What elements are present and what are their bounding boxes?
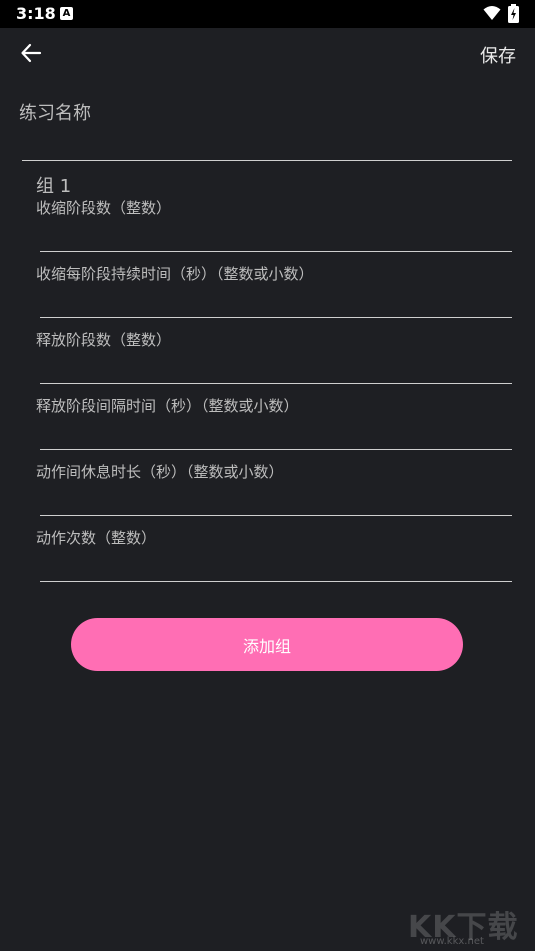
group-title: 组 1 [36, 176, 72, 197]
notification-a-icon: A [60, 7, 73, 20]
rest-duration-underline [40, 515, 512, 516]
release-stages-underline [40, 383, 512, 384]
release-stages-input[interactable]: 释放阶段数（整数） [36, 329, 171, 350]
status-bar: 3:18 A [0, 0, 535, 28]
exercise-name-underline [22, 160, 512, 161]
release-interval-underline [40, 449, 512, 450]
battery-charging-icon [508, 4, 519, 23]
save-button[interactable]: 保存 [480, 42, 516, 68]
watermark-url: www.kkx.net [420, 936, 484, 947]
repetitions-underline [40, 581, 512, 582]
wifi-icon [483, 6, 501, 20]
release-interval-input[interactable]: 释放阶段间隔时间（秒）（整数或小数） [36, 395, 299, 416]
contraction-stage-duration-input[interactable]: 收缩每阶段持续时间（秒）（整数或小数） [36, 263, 314, 284]
rest-duration-input[interactable]: 动作间休息时长（秒）（整数或小数） [36, 461, 284, 482]
exercise-name-input[interactable]: 练习名称 [19, 99, 91, 125]
back-arrow-icon[interactable] [20, 42, 42, 64]
contraction-stage-duration-underline [40, 317, 512, 318]
contraction-stages-underline [40, 251, 512, 252]
add-group-button[interactable]: 添加组 [71, 618, 463, 671]
contraction-stages-input[interactable]: 收缩阶段数（整数） [36, 197, 171, 218]
status-time: 3:18 [16, 4, 56, 23]
repetitions-input[interactable]: 动作次数（整数） [36, 527, 156, 548]
